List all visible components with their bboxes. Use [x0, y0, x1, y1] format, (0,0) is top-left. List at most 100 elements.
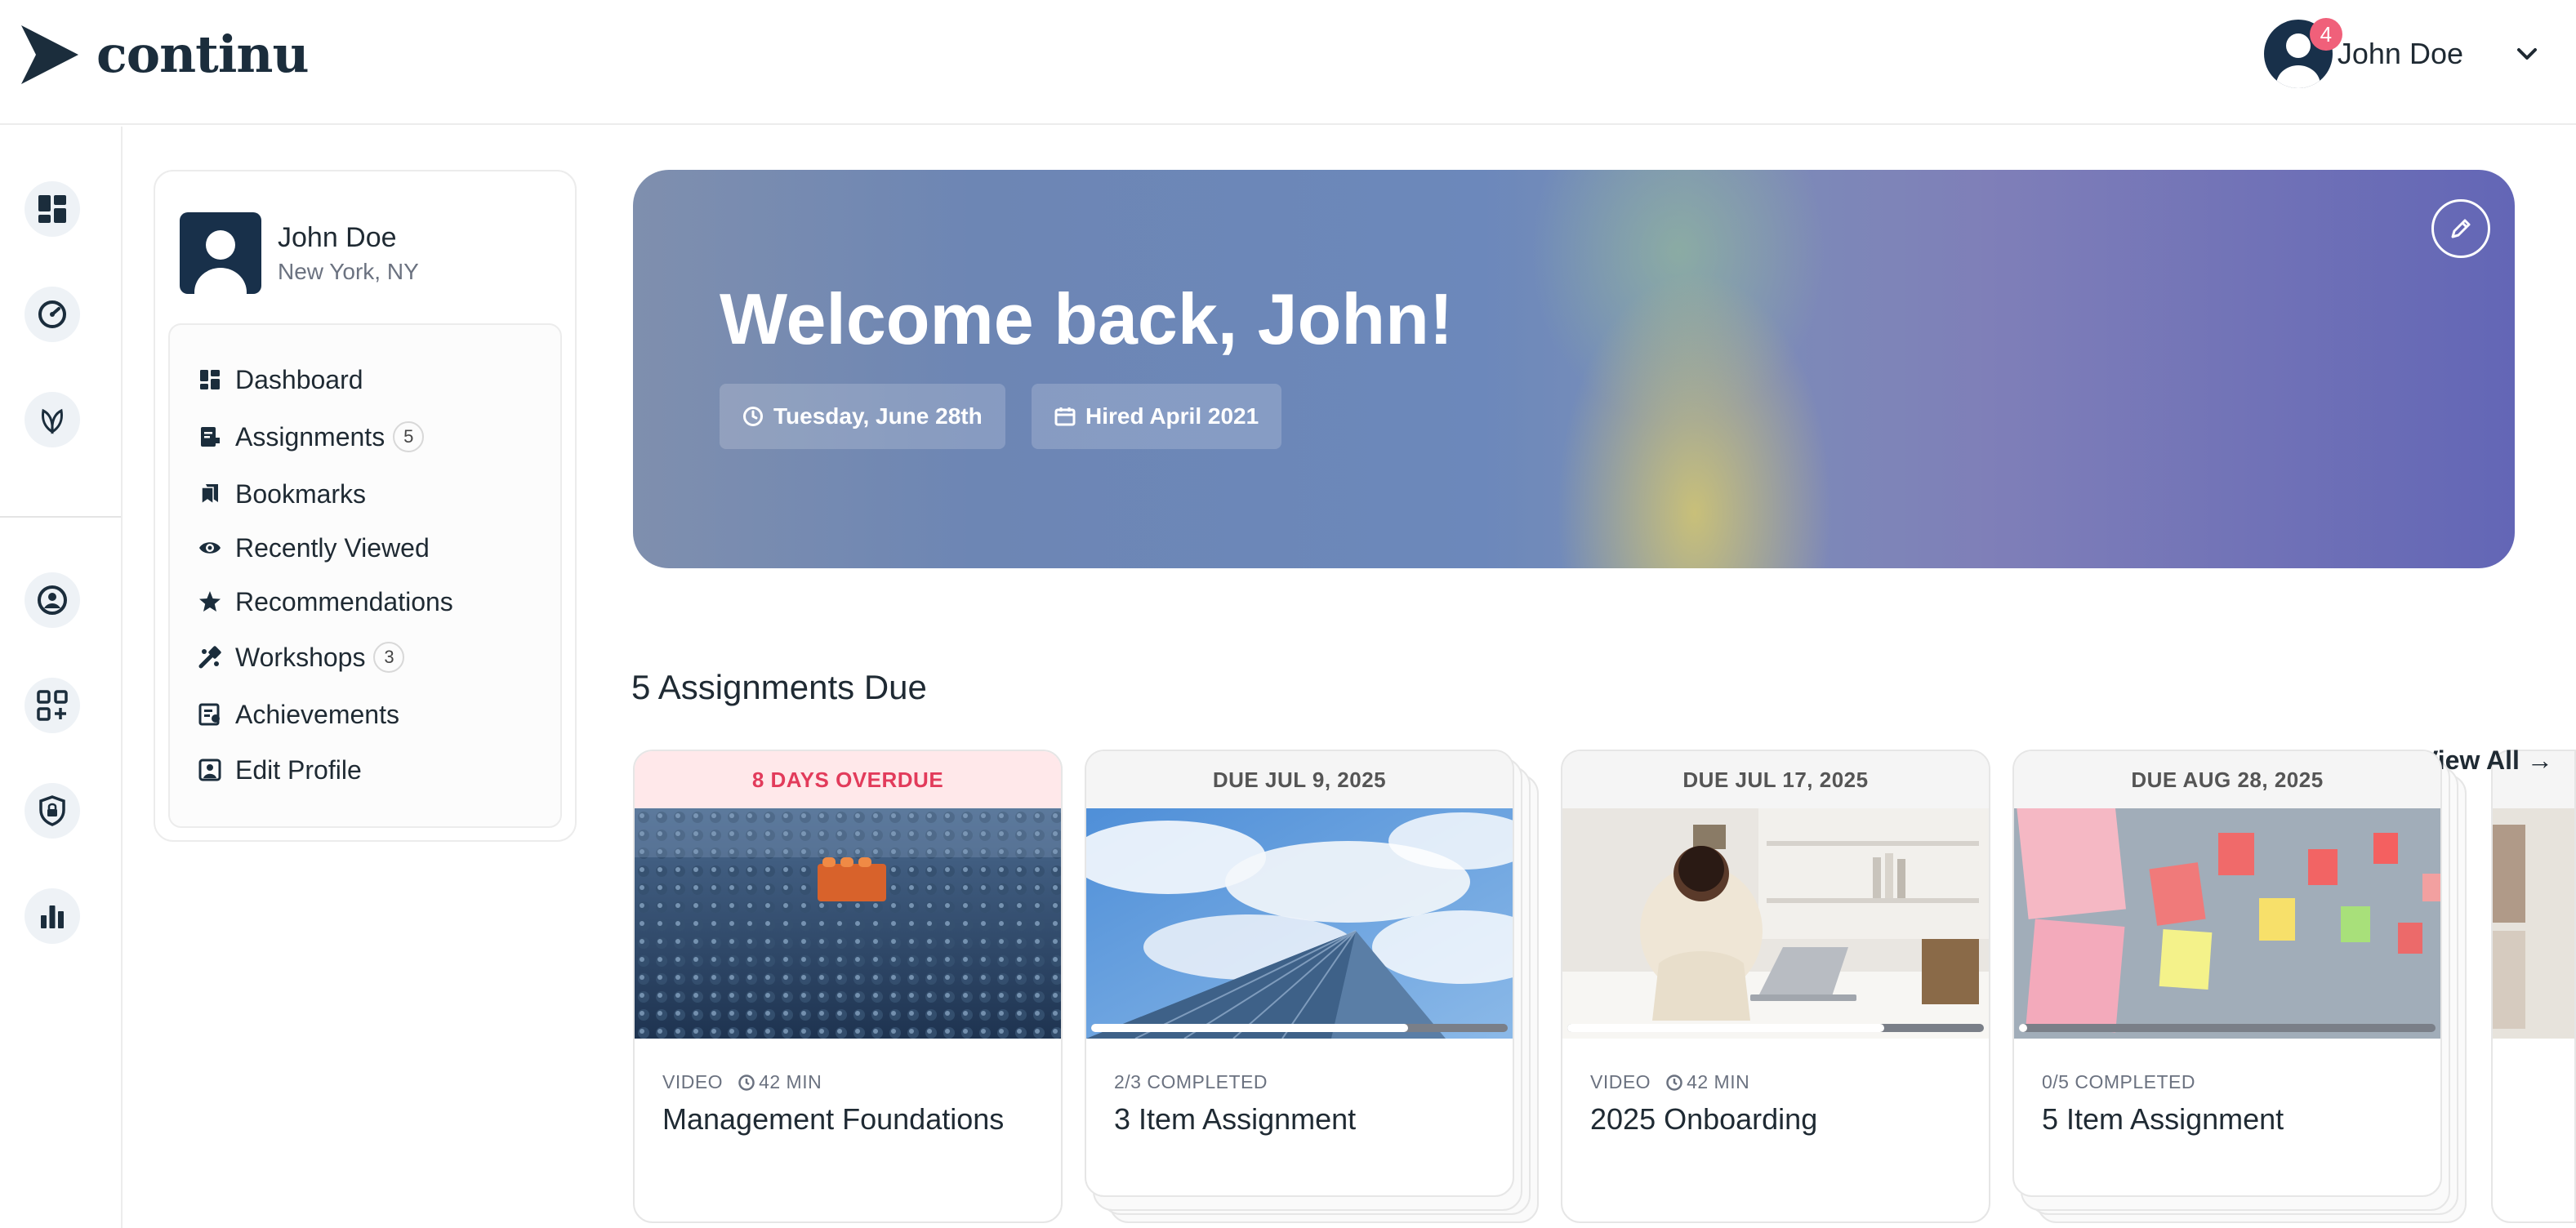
rail-divider — [0, 516, 121, 518]
clock-icon — [738, 1074, 755, 1091]
nav-label: Dashboard — [235, 364, 363, 394]
avatar[interactable]: 4 — [2263, 18, 2342, 88]
shield-lock-icon — [39, 795, 65, 826]
nav-bookmarks[interactable]: Bookmarks — [198, 474, 366, 514]
welcome-title: Welcome back, John! — [720, 278, 1454, 359]
notification-badge[interactable]: 4 — [2309, 18, 2342, 51]
progress-text: 0/5 COMPLETED — [2042, 1071, 2195, 1092]
user-circle-icon — [38, 585, 67, 615]
nav-label: Recently Viewed — [235, 532, 430, 563]
nav-label: Edit Profile — [235, 754, 362, 785]
card-thumbnail — [1562, 808, 1989, 1039]
speedometer-icon — [38, 300, 66, 328]
progress-fill — [1567, 1024, 1884, 1032]
logo-arrow-icon — [21, 24, 78, 84]
workshop-icon — [198, 646, 221, 669]
card-meta: 2/3 COMPLETED — [1114, 1071, 1271, 1093]
assignments-section-title: 5 Assignments Due — [631, 668, 927, 706]
skyscraper-image — [1086, 808, 1513, 1039]
rail-growth-button[interactable] — [25, 392, 80, 447]
assignments-count-badge: 5 — [393, 421, 425, 452]
progress-fill — [2019, 1024, 2028, 1032]
assignment-card-stack: DUE JUL 9, 2025 2/3 COMPLETED 3 Item Ass… — [1085, 750, 1539, 1223]
nav-dashboard[interactable]: Dashboard — [198, 359, 363, 400]
assignment-card[interactable]: 8 DAYS OVERDUE VIDEO 42 MIN Management F — [633, 750, 1063, 1223]
pencil-icon — [2451, 219, 2471, 238]
nav-assignments[interactable]: Assignments 5 — [198, 416, 425, 457]
due-label: DUE JUL 9, 2025 — [1086, 751, 1513, 808]
assignment-card[interactable]: DUE JUL 17, 2025 VIDEO 42 MIN 2025 Onboa… — [1561, 750, 1990, 1223]
card-title: Management Foundations — [662, 1102, 1005, 1136]
profile-location: New York, NY — [278, 258, 419, 284]
content-type: VIDEO — [1590, 1071, 1651, 1092]
card-thumbnail — [1086, 808, 1513, 1039]
profile-name: John Doe — [278, 221, 397, 253]
date-chip-label: Tuesday, June 28th — [773, 403, 983, 429]
progress-text: 2/3 COMPLETED — [1114, 1071, 1268, 1092]
brand-logo[interactable]: continu — [21, 24, 310, 84]
nav-achievements[interactable]: Achievements — [198, 694, 399, 735]
rail-dashboard-button[interactable] — [25, 181, 80, 237]
workshops-count-badge: 3 — [373, 642, 405, 673]
lego-plate-image — [635, 808, 1061, 1039]
dashboard-icon — [200, 370, 220, 389]
progress-bar — [2019, 1024, 2436, 1032]
arrow-right-icon: → — [2526, 745, 2553, 775]
user-silhouette-icon — [194, 230, 247, 294]
content-type: VIDEO — [662, 1071, 724, 1092]
nav-label: Achievements — [235, 699, 399, 729]
profile-panel: John Doe New York, NY Dashboard Assignme… — [154, 170, 577, 842]
edit-banner-button[interactable] — [2431, 199, 2490, 258]
icon-rail — [0, 127, 123, 1228]
eye-icon — [199, 542, 221, 554]
due-label: DUE JUL 17, 2025 — [1562, 751, 1989, 808]
nav-recently-viewed[interactable]: Recently Viewed — [198, 527, 430, 568]
due-label: DUE AUG 28, 2025 — [2014, 751, 2440, 808]
achievement-icon — [198, 703, 220, 726]
nav-label: Assignments — [235, 421, 386, 452]
progress-bar — [1091, 1024, 1508, 1032]
profile-edit-icon — [198, 759, 221, 781]
rail-security-button[interactable] — [25, 783, 80, 839]
star-icon — [199, 591, 221, 612]
rail-analytics-button[interactable] — [25, 888, 80, 944]
nav-edit-profile[interactable]: Edit Profile — [198, 750, 362, 790]
rail-apps-button[interactable] — [25, 678, 80, 733]
card-title: 3 Item Assignment — [1114, 1102, 1357, 1136]
card-meta: VIDEO 42 MIN — [662, 1071, 822, 1093]
card-meta: VIDEO 42 MIN — [1590, 1071, 1749, 1093]
card-title: 2025 Onboarding — [1590, 1102, 1818, 1136]
progress-fill — [1091, 1024, 1408, 1032]
nav-label: Workshops — [235, 642, 366, 672]
card-thumbnail-peek — [2493, 808, 2574, 1039]
calendar-icon — [1054, 407, 1076, 426]
rail-performance-button[interactable] — [25, 287, 80, 342]
sticky-notes-image — [2014, 808, 2440, 1039]
welcome-banner: Welcome back, John! Tuesday, June 28th H… — [633, 170, 2515, 568]
clock-icon — [1666, 1074, 1682, 1091]
assignment-card-peek[interactable] — [2491, 750, 2576, 1223]
profile-avatar[interactable] — [180, 212, 261, 294]
progress-bar — [1567, 1024, 1984, 1032]
nav-label: Recommendations — [235, 586, 453, 616]
card-meta: 0/5 COMPLETED — [2042, 1071, 2195, 1093]
assignment-card[interactable]: DUE JUL 9, 2025 2/3 COMPLETED 3 Item Ass… — [1085, 750, 1514, 1197]
woman-laptop-image — [1562, 808, 1989, 1039]
assignment-card[interactable]: DUE AUG 28, 2025 0/5 COMPLETED 5 Item As… — [2012, 750, 2442, 1197]
profile-nav: Dashboard Assignments 5 Bookmarks Recent… — [168, 323, 562, 828]
assignment-card-stack: 8 DAYS OVERDUE VIDEO 42 MIN Management F — [633, 750, 1063, 1223]
nav-workshops[interactable]: Workshops 3 — [198, 637, 405, 678]
hired-chip: Hired April 2021 — [1032, 384, 1282, 449]
card-thumbnail — [2014, 808, 2440, 1039]
nav-recommendations[interactable]: Recommendations — [198, 581, 453, 622]
content-duration: 42 MIN — [1687, 1071, 1750, 1092]
profile-header: John Doe New York, NY — [180, 212, 419, 294]
rail-profile-button[interactable] — [25, 572, 80, 628]
user-menu[interactable]: 4 John Doe — [2263, 18, 2543, 88]
content-duration: 42 MIN — [759, 1071, 822, 1092]
user-name[interactable]: John Doe — [2338, 37, 2463, 71]
chevron-down-icon[interactable] — [2511, 38, 2543, 70]
assignment-icon — [201, 427, 220, 447]
dashboard-icon — [38, 195, 66, 223]
clock-icon — [743, 407, 763, 426]
